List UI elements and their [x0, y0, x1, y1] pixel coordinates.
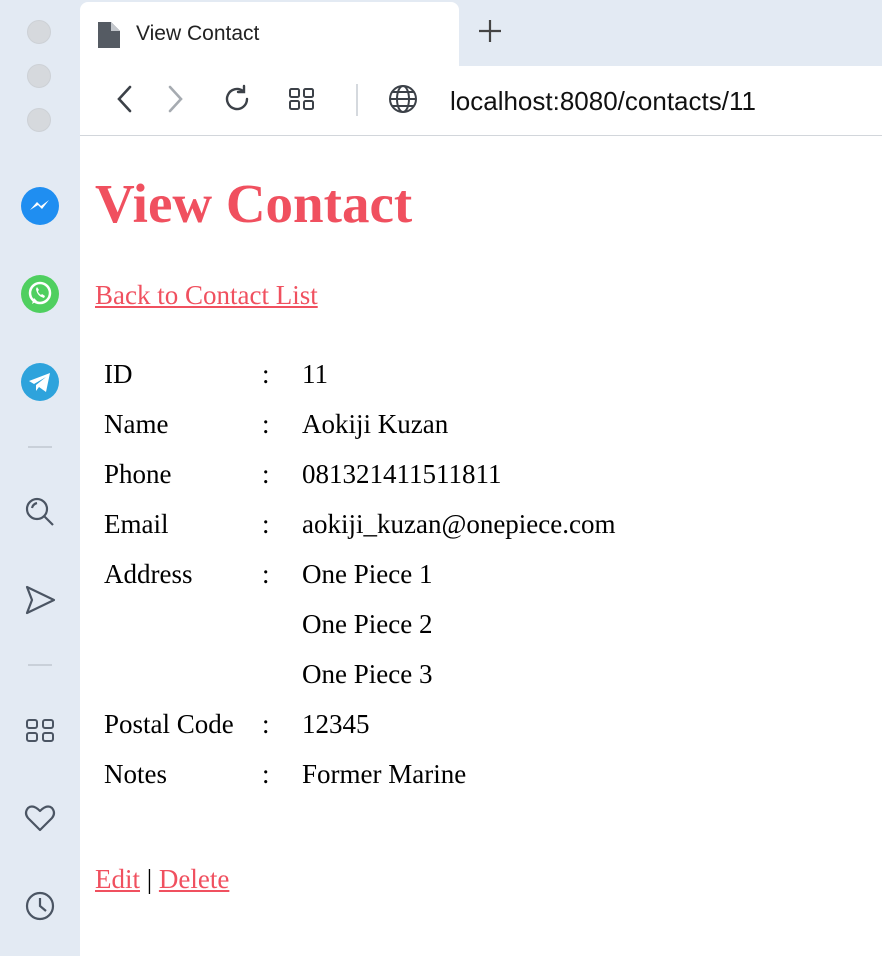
table-row: Email : aokiji_kuzan@onepiece.com — [95, 499, 616, 549]
window-zoom-button[interactable] — [27, 108, 51, 132]
field-separator — [249, 599, 302, 649]
table-row: One Piece 3 — [95, 649, 616, 699]
table-row: Postal Code : 12345 — [95, 699, 616, 749]
new-tab-button[interactable] — [476, 17, 504, 45]
window-close-button[interactable] — [27, 20, 51, 44]
table-row: Address : One Piece 1 — [95, 549, 616, 599]
table-row: Notes : Former Marine — [95, 749, 616, 799]
field-value: One Piece 3 — [302, 658, 433, 689]
heart-icon[interactable] — [20, 798, 60, 838]
messenger-icon[interactable] — [20, 186, 60, 226]
table-row: ID : 11 — [95, 349, 616, 399]
history-icon[interactable] — [20, 886, 60, 926]
field-value: 11 — [302, 358, 328, 389]
contact-details-table: ID : 11 Name : Aokiji Kuzan Phone : 0813… — [95, 349, 616, 799]
page-title: View Contact — [95, 173, 413, 234]
field-value: 12345 — [302, 708, 370, 739]
site-info-button[interactable] — [386, 84, 420, 118]
field-label: Notes — [104, 758, 167, 789]
telegram-icon[interactable] — [20, 362, 60, 402]
page-content: View Contact Back to Contact List ID : 1… — [80, 136, 882, 956]
field-label: Phone — [104, 458, 172, 489]
browser-sidebar — [0, 0, 80, 956]
action-divider: | — [146, 864, 153, 894]
search-icon[interactable] — [20, 492, 60, 532]
field-separator — [249, 649, 302, 699]
reload-icon — [222, 84, 252, 119]
field-separator: : — [262, 758, 270, 789]
back-button[interactable] — [108, 84, 142, 118]
reload-button[interactable] — [220, 84, 254, 118]
sidebar-divider — [28, 446, 52, 448]
apps-grid-icon[interactable] — [20, 710, 60, 750]
field-label: ID — [104, 358, 133, 389]
tab-grid-button[interactable] — [285, 84, 319, 118]
forward-button[interactable] — [158, 84, 192, 118]
tab-view-contact[interactable]: View Contact — [80, 2, 459, 66]
back-to-list-link[interactable]: Back to Contact List — [95, 280, 318, 311]
browser-toolbar: localhost:8080/contacts/11 — [80, 66, 882, 136]
sidebar-divider — [28, 664, 52, 666]
field-value: Aokiji Kuzan — [302, 408, 449, 439]
field-value: aokiji_kuzan@onepiece.com — [302, 508, 616, 539]
field-value: One Piece 2 — [302, 608, 433, 639]
edit-link[interactable]: Edit — [95, 864, 140, 894]
address-bar[interactable]: localhost:8080/contacts/11 — [450, 86, 756, 117]
grid-icon — [288, 85, 316, 118]
document-icon — [96, 20, 122, 55]
chevron-left-icon — [115, 84, 135, 119]
field-separator: : — [262, 458, 270, 489]
field-label: Postal Code — [104, 708, 234, 739]
table-row: One Piece 2 — [95, 599, 616, 649]
whatsapp-icon[interactable] — [20, 274, 60, 314]
globe-icon — [388, 84, 418, 119]
window-minimize-button[interactable] — [27, 64, 51, 88]
field-label: Email — [104, 508, 169, 539]
field-separator: : — [262, 358, 270, 389]
field-separator: : — [262, 558, 270, 589]
field-label — [95, 649, 249, 699]
field-value: Former Marine — [302, 758, 467, 789]
toolbar-divider — [356, 84, 358, 116]
field-label: Name — [104, 408, 169, 439]
field-label — [95, 599, 249, 649]
send-icon[interactable] — [20, 580, 60, 620]
chevron-right-icon — [165, 84, 185, 119]
delete-link[interactable]: Delete — [159, 864, 229, 894]
field-separator: : — [262, 708, 270, 739]
field-separator: : — [262, 508, 270, 539]
field-separator: : — [262, 408, 270, 439]
table-row: Name : Aokiji Kuzan — [95, 399, 616, 449]
field-value: One Piece 1 — [302, 558, 433, 589]
field-value: 081321411511811 — [302, 458, 502, 489]
contact-actions: Edit | Delete — [95, 864, 229, 895]
table-row: Phone : 081321411511811 — [95, 449, 616, 499]
tab-title: View Contact — [136, 22, 260, 45]
field-label: Address — [104, 558, 193, 589]
